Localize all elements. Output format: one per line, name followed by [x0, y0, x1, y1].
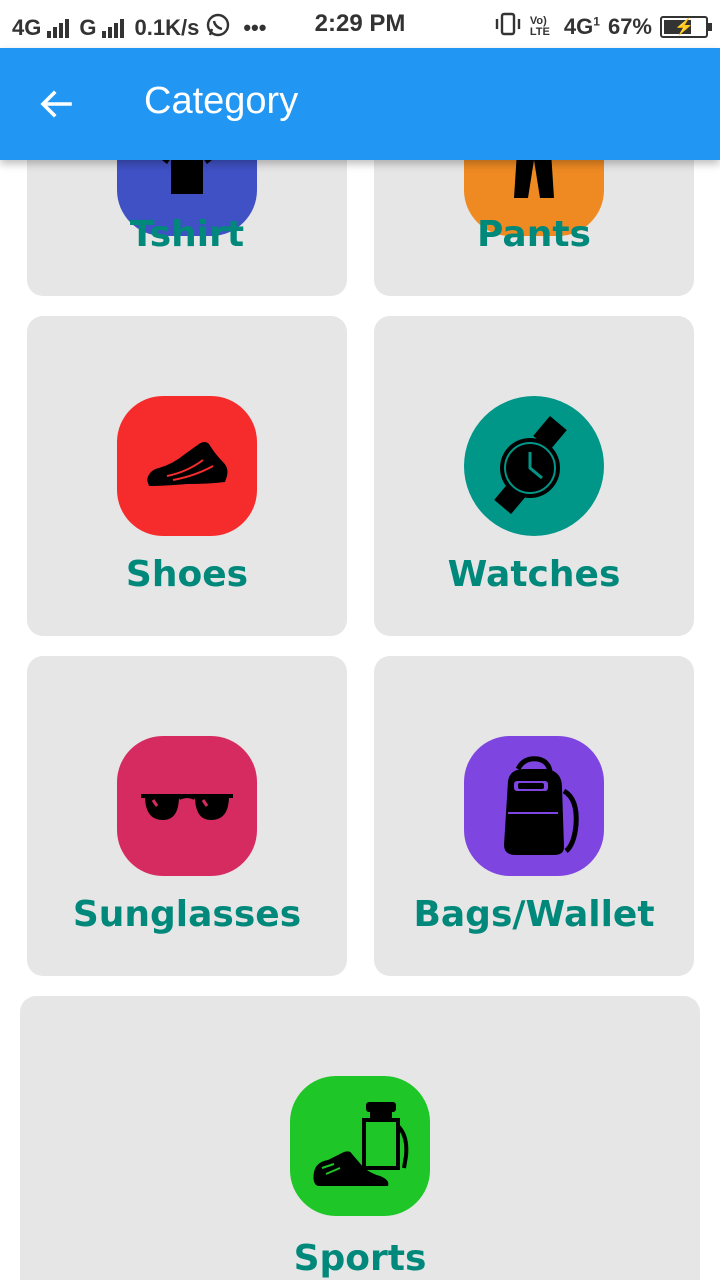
category-label: Watches [447, 554, 621, 595]
category-label: Pants [477, 214, 591, 255]
category-label: Sunglasses [72, 894, 302, 935]
battery-icon: ⚡ [660, 16, 712, 38]
category-card-shoes[interactable]: Shoes [27, 316, 347, 636]
battery-percent: 67% [607, 14, 652, 39]
category-card-bags-wallet[interactable]: Bags/Wallet [374, 656, 694, 976]
category-card-sunglasses[interactable]: Sunglasses [27, 656, 347, 976]
status-bar-right: Vo) LTE 4G1 67% ⚡ [494, 12, 712, 42]
arrow-back-icon[interactable] [30, 78, 82, 130]
watch-icon [464, 396, 604, 536]
category-grid: Tshirt Pants Shoes Watches Sunglasses Ba… [0, 160, 720, 1280]
category-label: Sports [293, 1238, 427, 1279]
category-label: Shoes [125, 554, 249, 595]
shoe-icon [117, 396, 257, 536]
app-bar: Category [0, 48, 720, 160]
category-label: Bags/Wallet [413, 894, 655, 935]
category-card-sports[interactable]: Sports [20, 996, 700, 1280]
status-bar: 4G G 0.1K/s ••• 2:29 PM Vo) LTE 4G1 67% … [0, 0, 720, 48]
sunglasses-icon [117, 736, 257, 876]
volte-indicator: Vo) LTE [529, 15, 550, 38]
backpack-icon [464, 736, 604, 876]
vibrate-icon [494, 12, 522, 42]
category-card-tshirt[interactable]: Tshirt [27, 160, 347, 296]
category-card-pants[interactable]: Pants [374, 160, 694, 296]
page-title: Category [144, 80, 299, 122]
network-type-3: 4G1 [563, 14, 600, 39]
sports-icon [290, 1076, 430, 1216]
category-card-watches[interactable]: Watches [374, 316, 694, 636]
category-label: Tshirt [129, 214, 245, 255]
